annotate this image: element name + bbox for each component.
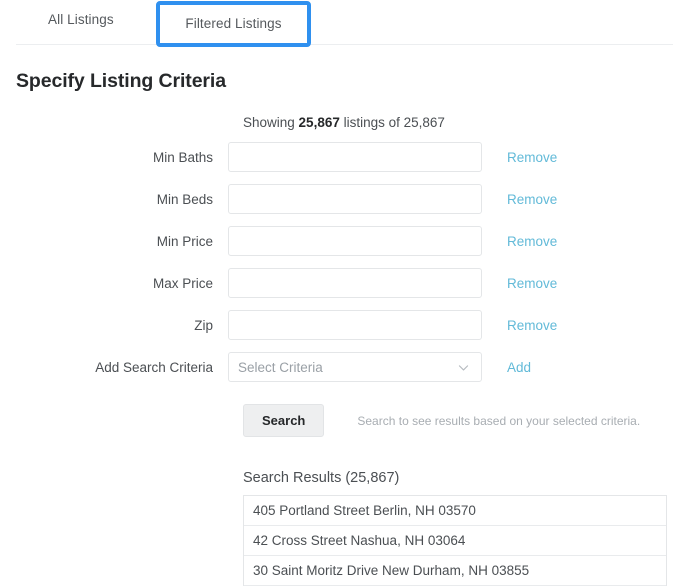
input-min-baths[interactable] [228, 142, 482, 172]
criteria-row-min-price: Min Price Remove [0, 226, 689, 256]
showing-count-line: Showing 25,867 listings of 25,867 [243, 115, 689, 130]
input-min-beds[interactable] [228, 184, 482, 214]
label-zip: Zip [194, 317, 213, 333]
search-results-title: Search Results (25,867) [243, 470, 400, 486]
remove-min-beds[interactable]: Remove [507, 192, 557, 207]
list-item[interactable]: 30 Saint Moritz Drive New Durham, NH 038… [244, 556, 666, 586]
label-min-price: Min Price [156, 233, 213, 249]
input-max-price[interactable] [228, 268, 482, 298]
select-criteria-value: Select Criteria [238, 359, 323, 375]
showing-suffix: listings of 25,867 [339, 115, 445, 130]
criteria-row-max-price: Max Price Remove [0, 268, 689, 298]
tab-filtered-listings[interactable]: Filtered Listings [185, 17, 281, 31]
list-item[interactable]: 405 Portland Street Berlin, NH 03570 [244, 496, 666, 526]
list-item[interactable]: 42 Cross Street Nashua, NH 03064 [244, 526, 666, 556]
tab-bar: All Listings Filtered Listings Filtered … [16, 0, 673, 47]
tab-list: All Listings Filtered Listings [16, 0, 673, 44]
showing-prefix: Showing [243, 115, 299, 130]
page-title: Specify Listing Criteria [16, 70, 226, 92]
tab-all-listings[interactable]: All Listings [32, 0, 136, 44]
remove-zip[interactable]: Remove [507, 318, 557, 333]
criteria-row-min-baths: Min Baths Remove [0, 142, 689, 172]
remove-min-price[interactable]: Remove [507, 234, 557, 249]
chevron-down-icon [457, 361, 470, 374]
input-zip[interactable] [228, 310, 482, 340]
criteria-row-zip: Zip Remove [0, 310, 689, 340]
label-min-beds: Min Beds [156, 191, 213, 207]
search-button[interactable]: Search [243, 404, 325, 437]
tab-filtered-listings-focus-ring[interactable]: Filtered Listings [156, 1, 311, 47]
criteria-row-add-search-criteria: Add Search Criteria Select Criteria Add [0, 352, 689, 382]
search-results-list: 405 Portland Street Berlin, NH 03570 42 … [243, 495, 667, 586]
label-add-search-criteria: Add Search Criteria [95, 359, 213, 375]
search-results-section: Search Results (25,867) 405 Portland Str… [0, 470, 689, 586]
showing-count: 25,867 [298, 115, 340, 130]
add-criteria-link[interactable]: Add [507, 360, 531, 375]
criteria-form: Showing 25,867 listings of 25,867 Min Ba… [0, 115, 689, 586]
criteria-row-min-beds: Min Beds Remove [0, 184, 689, 214]
input-min-price[interactable] [228, 226, 482, 256]
remove-max-price[interactable]: Remove [507, 276, 557, 291]
label-max-price: Max Price [152, 275, 213, 291]
search-hint-text: Search to see results based on your sele… [357, 413, 641, 428]
label-min-baths: Min Baths [152, 149, 213, 165]
search-row: Search Search to see results based on yo… [0, 404, 689, 437]
select-criteria-dropdown[interactable]: Select Criteria [228, 352, 482, 382]
remove-min-baths[interactable]: Remove [507, 150, 557, 165]
